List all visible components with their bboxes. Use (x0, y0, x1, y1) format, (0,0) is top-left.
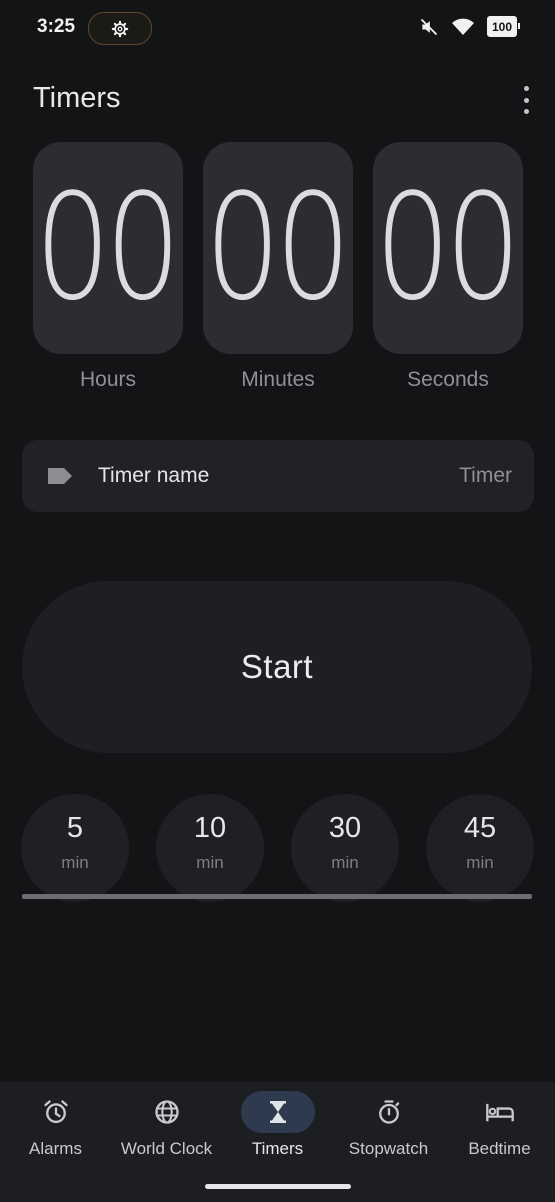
more-options-button[interactable] (516, 86, 536, 114)
page-title: Timers (33, 82, 121, 114)
home-indicator[interactable] (205, 1184, 351, 1189)
seconds-value: 00 (374, 163, 522, 333)
status-icons: 100 (419, 16, 520, 37)
preset-unit: min (196, 853, 224, 872)
nav-stopwatch[interactable]: Stopwatch (333, 1082, 444, 1172)
preset-value: 5 (66, 812, 84, 844)
preset-value: 10 (193, 812, 227, 844)
minutes-label: Minutes (241, 368, 315, 391)
nav-timers[interactable]: Timers (222, 1082, 333, 1172)
preset-unit: min (466, 853, 494, 872)
hourglass-icon (269, 1101, 286, 1123)
globe-icon (154, 1100, 179, 1124)
settings-icon (111, 20, 129, 37)
nav-world-clock[interactable]: World Clock (111, 1082, 222, 1172)
preset-value: 30 (328, 812, 362, 844)
label-icon (48, 468, 72, 484)
preset-5-min[interactable]: 5 min (21, 794, 129, 902)
timer-name-value: Timer (459, 464, 512, 487)
hours-label: Hours (79, 368, 137, 391)
preset-unit: min (331, 853, 359, 872)
preset-value: 45 (463, 812, 497, 844)
alarm-icon (43, 1100, 68, 1124)
wifi-icon (452, 18, 474, 35)
nav-label: Stopwatch (348, 1139, 429, 1158)
more-vert-icon (523, 86, 529, 91)
seconds-label: Seconds (407, 368, 489, 391)
battery-icon: 100 (487, 16, 520, 37)
start-label: Start (240, 648, 314, 685)
settings-chip[interactable] (88, 12, 152, 45)
nav-label: World Clock (120, 1139, 213, 1158)
preset-10-min[interactable]: 10 min (156, 794, 264, 902)
nav-label: Timers (251, 1139, 304, 1158)
hours-input[interactable]: 00 (33, 142, 183, 354)
nav-bedtime[interactable]: Bedtime (444, 1082, 555, 1172)
timer-name-label: Timer name (98, 464, 210, 487)
mute-icon (420, 18, 438, 35)
status-time: 3:25 (37, 16, 76, 37)
bed-icon (485, 1103, 514, 1122)
preset-45-min[interactable]: 45 min (426, 794, 534, 902)
nav-label: Alarms (29, 1139, 82, 1158)
nav-alarms[interactable]: Alarms (0, 1082, 111, 1172)
hours-value: 00 (34, 163, 182, 333)
nav-label: Bedtime (468, 1139, 531, 1158)
timer-name-field[interactable]: Timer name Timer (22, 440, 534, 512)
presets-scrollbar[interactable] (22, 894, 532, 899)
minutes-input[interactable]: 00 (203, 142, 353, 354)
preset-unit: min (61, 853, 89, 872)
minutes-value: 00 (204, 163, 352, 333)
preset-30-min[interactable]: 30 min (291, 794, 399, 902)
seconds-input[interactable]: 00 (373, 142, 523, 354)
start-button[interactable]: Start (22, 581, 532, 753)
stopwatch-icon (378, 1100, 399, 1124)
